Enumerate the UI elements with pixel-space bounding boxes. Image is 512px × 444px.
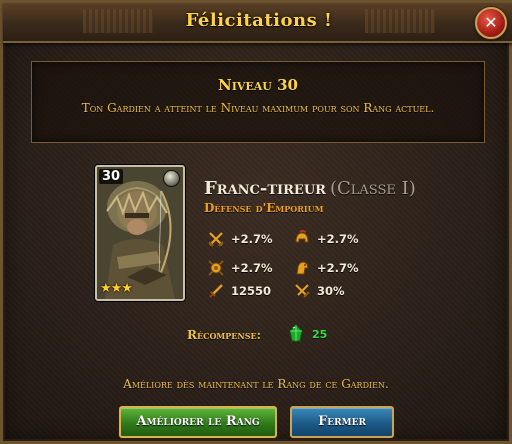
- reward-label: Récompense:: [187, 328, 261, 342]
- stat-cavalry: +2.7%: [293, 258, 359, 278]
- close-dialog-button[interactable]: Fermer: [290, 406, 394, 438]
- card-stars: ★★★: [100, 281, 133, 296]
- stat-critical: 30%: [293, 281, 345, 301]
- guardian-subtitle: Défense d'Emporium: [204, 201, 324, 215]
- level-description: Ton Gardien a atteint le Niveau maximum …: [81, 101, 435, 115]
- close-icon: ✕: [484, 13, 498, 32]
- stat-value: 30%: [317, 284, 345, 298]
- card-element-icon: [163, 170, 180, 187]
- upgrade-rank-button[interactable]: Améliorer le Rang: [119, 406, 277, 438]
- title-bar: Félicitations ! ✕: [3, 3, 512, 43]
- sword-icon: [209, 284, 223, 298]
- stat-shield-attack: +2.7%: [207, 258, 273, 278]
- congratulations-dialog: Félicitations ! ✕ Niveau 30 Ton Gardien …: [0, 0, 512, 444]
- emerald-icon: [289, 324, 303, 342]
- close-button[interactable]: ✕: [475, 7, 507, 39]
- level-panel: Niveau 30 Ton Gardien a atteint le Nivea…: [31, 61, 485, 143]
- helmet-icon: [295, 230, 309, 243]
- upgrade-hint: Améliore dès maintenant le Rang de ce Ga…: [123, 377, 389, 391]
- guardian-class: (Classe I): [329, 178, 416, 199]
- level-title: Niveau 30: [218, 76, 298, 94]
- critical-swords-icon: [295, 284, 310, 298]
- stat-attack: +2.7%: [207, 229, 273, 249]
- stat-value: +2.7%: [231, 232, 273, 246]
- stat-value: +2.7%: [231, 261, 273, 275]
- stat-value: +2.7%: [317, 261, 359, 275]
- stat-defense: +2.7%: [293, 229, 359, 249]
- horse-helmet-icon: [296, 261, 309, 275]
- crossed-swords-icon: [208, 232, 224, 247]
- shield-swords-icon: [208, 260, 224, 276]
- stat-value: 12550: [231, 284, 272, 298]
- stat-power: 12550: [207, 281, 271, 301]
- card-level-badge: 30: [99, 169, 124, 184]
- dialog-title: Félicitations !: [185, 10, 333, 31]
- stat-value: +2.7%: [317, 232, 359, 246]
- guardian-name: Franc-tireur (Classe I): [204, 178, 416, 199]
- guardian-name-text: Franc-tireur: [204, 178, 326, 199]
- reward-value: 25: [312, 328, 328, 341]
- guardian-card[interactable]: 30 ★★★: [95, 165, 185, 301]
